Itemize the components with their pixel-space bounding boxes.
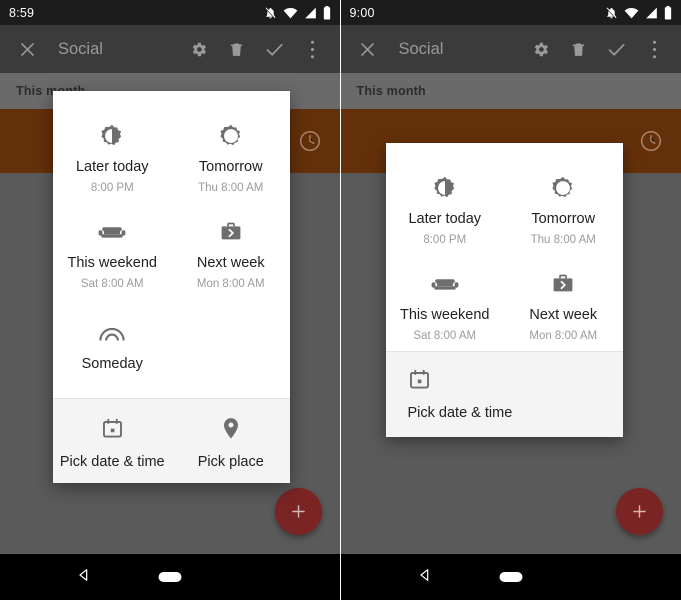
back-icon[interactable] xyxy=(417,567,433,588)
system-nav-bar xyxy=(0,554,340,600)
battery-icon xyxy=(664,5,672,20)
section-header: This month xyxy=(340,73,681,109)
status-bar-clock: 9:00 xyxy=(349,5,375,20)
pick-place-button[interactable]: Pick place xyxy=(172,399,291,484)
plus-icon xyxy=(633,505,646,518)
snooze-option-label: This weekend xyxy=(400,307,490,323)
snooze-option-this-weekend[interactable]: This weekend Sat 8:00 AM xyxy=(53,203,172,299)
calendar-icon xyxy=(408,368,431,396)
briefcase-icon xyxy=(218,212,244,252)
briefcase-icon xyxy=(550,264,576,304)
snooze-option-sublabel: Sat 8:00 AM xyxy=(80,277,144,290)
snooze-dialog-footer: Pick date & time Pick place xyxy=(53,397,291,484)
check-icon[interactable] xyxy=(256,30,294,68)
rainbow-icon xyxy=(97,313,127,353)
delete-icon[interactable] xyxy=(218,30,256,68)
half-sun-icon xyxy=(99,116,125,156)
snooze-option-next-week[interactable]: Next week Mon 8:00 AM xyxy=(172,203,291,299)
snooze-option-this-weekend[interactable]: This weekend Sat 8:00 AM xyxy=(386,255,505,351)
signal-icon xyxy=(645,7,658,19)
snooze-option-someday[interactable]: Someday xyxy=(53,299,172,398)
bell-off-icon xyxy=(605,6,618,20)
overflow-icon[interactable] xyxy=(635,30,673,68)
snooze-option-later-today[interactable]: Later today 8:00 PM xyxy=(53,107,172,203)
home-pill[interactable] xyxy=(158,572,182,582)
app-toolbar: Social xyxy=(340,25,681,73)
status-bar-clock: 8:59 xyxy=(9,5,35,20)
snooze-option-label: Later today xyxy=(75,159,149,175)
overflow-icon[interactable] xyxy=(294,30,332,68)
delete-icon[interactable] xyxy=(559,30,597,68)
status-bar-icons xyxy=(264,5,331,20)
snooze-option-sublabel: Mon 8:00 AM xyxy=(529,329,598,342)
half-sun-icon xyxy=(432,168,458,208)
snooze-option-label: Next week xyxy=(529,307,598,323)
snooze-option-later-today[interactable]: Later today 8:00 PM xyxy=(386,159,505,255)
snooze-option-tomorrow[interactable]: Tomorrow Thu 8:00 AM xyxy=(504,159,623,255)
snooze-option-label: Tomorrow xyxy=(198,159,263,175)
clock-icon xyxy=(298,129,322,153)
snooze-option-label: This weekend xyxy=(67,255,157,271)
sofa-icon xyxy=(97,212,127,252)
snooze-option-sublabel: Sat 8:00 AM xyxy=(413,329,477,342)
snooze-options-grid: Later today 8:00 PM Tomorrow Thu 8:00 AM… xyxy=(53,91,290,398)
snooze-option-tomorrow[interactable]: Tomorrow Thu 8:00 AM xyxy=(172,107,291,203)
settings-icon[interactable] xyxy=(521,30,559,68)
pick-date-time-button[interactable]: Pick date & time xyxy=(386,352,623,437)
place-pin-icon xyxy=(221,417,241,445)
close-icon[interactable] xyxy=(8,30,46,68)
calendar-icon xyxy=(101,417,124,445)
add-fab[interactable] xyxy=(616,488,663,535)
wifi-icon xyxy=(624,7,639,19)
snooze-option-sublabel: 8:00 PM xyxy=(90,181,134,194)
bell-off-icon xyxy=(264,6,277,20)
snooze-option-label: Someday xyxy=(81,356,143,372)
wifi-icon xyxy=(283,7,298,19)
plus-icon xyxy=(291,505,305,518)
status-bar: 9:00 xyxy=(340,0,681,25)
toolbar-title: Social xyxy=(58,39,103,58)
close-icon[interactable] xyxy=(349,30,387,68)
phone-screen-right: 9:00 Social This month Later today 8:00 … xyxy=(340,0,681,600)
battery-icon xyxy=(323,5,331,20)
sun-icon xyxy=(550,168,576,208)
snooze-option-sublabel: Mon 8:00 AM xyxy=(196,277,265,290)
settings-icon[interactable] xyxy=(180,30,218,68)
clock-icon xyxy=(639,129,663,153)
snooze-dialog-footer: Pick date & time xyxy=(385,351,623,437)
footer-label: Pick place xyxy=(197,453,264,470)
phone-screen-left: 8:59 Social This month Later today 8:00 … xyxy=(0,0,340,600)
snooze-grid-spacer xyxy=(172,299,291,398)
snooze-option-label: Later today xyxy=(408,211,482,227)
check-icon[interactable] xyxy=(597,30,635,68)
snooze-option-label: Tomorrow xyxy=(531,211,596,227)
pick-date-time-button[interactable]: Pick date & time xyxy=(53,399,172,484)
back-icon[interactable] xyxy=(76,567,92,588)
status-bar-icons xyxy=(605,5,672,20)
screenshot-stage: 8:59 Social This month Later today 8:00 … xyxy=(0,0,681,600)
sun-icon xyxy=(218,116,244,156)
app-toolbar: Social xyxy=(0,25,340,73)
snooze-option-sublabel: 8:00 PM xyxy=(423,233,467,246)
snooze-options-grid: Later today 8:00 PM Tomorrow Thu 8:00 AM… xyxy=(385,143,623,351)
footer-label: Pick date & time xyxy=(59,453,165,470)
signal-icon xyxy=(304,7,317,19)
snooze-options-dialog: Later today 8:00 PM Tomorrow Thu 8:00 AM… xyxy=(385,143,623,437)
snooze-option-sublabel: Thu 8:00 AM xyxy=(530,233,596,246)
add-fab[interactable] xyxy=(274,488,322,535)
toolbar-title: Social xyxy=(398,39,444,58)
status-bar: 8:59 xyxy=(0,0,340,25)
system-nav-bar xyxy=(340,554,681,600)
home-pill[interactable] xyxy=(499,572,523,582)
snooze-option-sublabel: Thu 8:00 AM xyxy=(198,181,264,194)
snooze-option-label: Next week xyxy=(196,255,265,271)
sofa-icon xyxy=(430,264,460,304)
snooze-options-dialog: Later today 8:00 PM Tomorrow Thu 8:00 AM… xyxy=(53,91,290,483)
snooze-option-next-week[interactable]: Next week Mon 8:00 AM xyxy=(504,255,623,351)
footer-label: Pick date & time xyxy=(407,405,513,421)
